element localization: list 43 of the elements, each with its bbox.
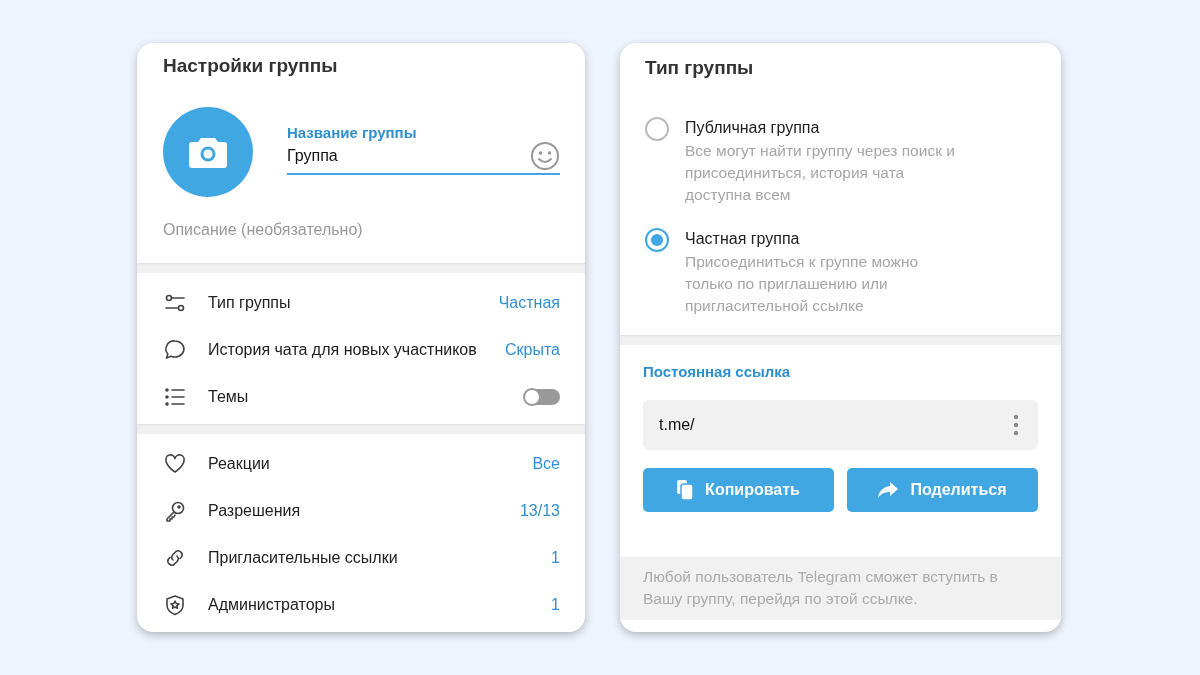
row-value: 1 <box>551 595 560 614</box>
option-label: Публичная группа <box>685 119 821 137</box>
copy-icon <box>677 480 694 500</box>
radio-button[interactable] <box>645 117 669 141</box>
row-label: Пригласительные ссылки <box>208 548 399 567</box>
row-label: Реакции <box>208 454 271 473</box>
row-value: Скрыта <box>505 340 560 359</box>
toggle-switch[interactable] <box>524 388 560 405</box>
row-label: Администраторы <box>208 595 336 614</box>
row-label: Разрешения <box>208 501 302 520</box>
heart-icon <box>163 451 187 476</box>
row-value: 1 <box>551 548 560 567</box>
link-field[interactable]: t.me/ <box>643 400 1038 450</box>
panel-title: Тип группы <box>645 57 755 79</box>
camera-icon <box>189 136 227 168</box>
speech-bubble-icon <box>163 337 187 362</box>
radio-button[interactable] <box>645 228 669 252</box>
row-label: История чата для новых участников <box>208 340 478 359</box>
row-label: Тип группы <box>208 293 292 312</box>
row-value: Частная <box>498 293 560 312</box>
option-description: Все могут найти группу через поиск и присоединиться, история чата доступна всем <box>685 141 956 205</box>
shield-star-icon <box>163 592 187 617</box>
panel-title: Настройки группы <box>163 55 339 77</box>
option-label: Частная группа <box>685 230 801 248</box>
field-label: Название группы <box>287 123 418 141</box>
settings-row[interactable]: Разрешения 13/13 <box>137 487 585 534</box>
settings-row[interactable]: Темы <box>137 373 585 420</box>
settings-row[interactable]: История чата для новых участников Скрыта <box>137 326 585 373</box>
info-note: Любой пользователь Telegram сможет вступить в Вашу группу, перейдя по этой ссылке. <box>620 557 1061 620</box>
row-value: Все <box>532 454 560 473</box>
settings-row[interactable]: Реакции Все <box>137 440 585 487</box>
settings-row[interactable]: Тип группы Частная <box>137 279 585 326</box>
more-icon[interactable] <box>1013 414 1019 436</box>
share-arrow-icon <box>878 482 899 498</box>
group-name-field[interactable]: Название группы Группа <box>287 123 560 175</box>
emoji-icon[interactable] <box>530 140 560 171</box>
option-description: Присоединиться к группе можно только по приглашению или пригласительной ссылке <box>685 252 920 316</box>
field-value: Группа <box>287 146 338 165</box>
section-title: Постоянная ссылка <box>643 363 792 380</box>
settings-row[interactable]: Пригласительные ссылки 1 <box>137 534 585 581</box>
settings-row[interactable]: Администраторы 1 <box>137 581 585 628</box>
row-value: 13/13 <box>519 501 560 520</box>
row-label: Темы <box>208 387 250 406</box>
